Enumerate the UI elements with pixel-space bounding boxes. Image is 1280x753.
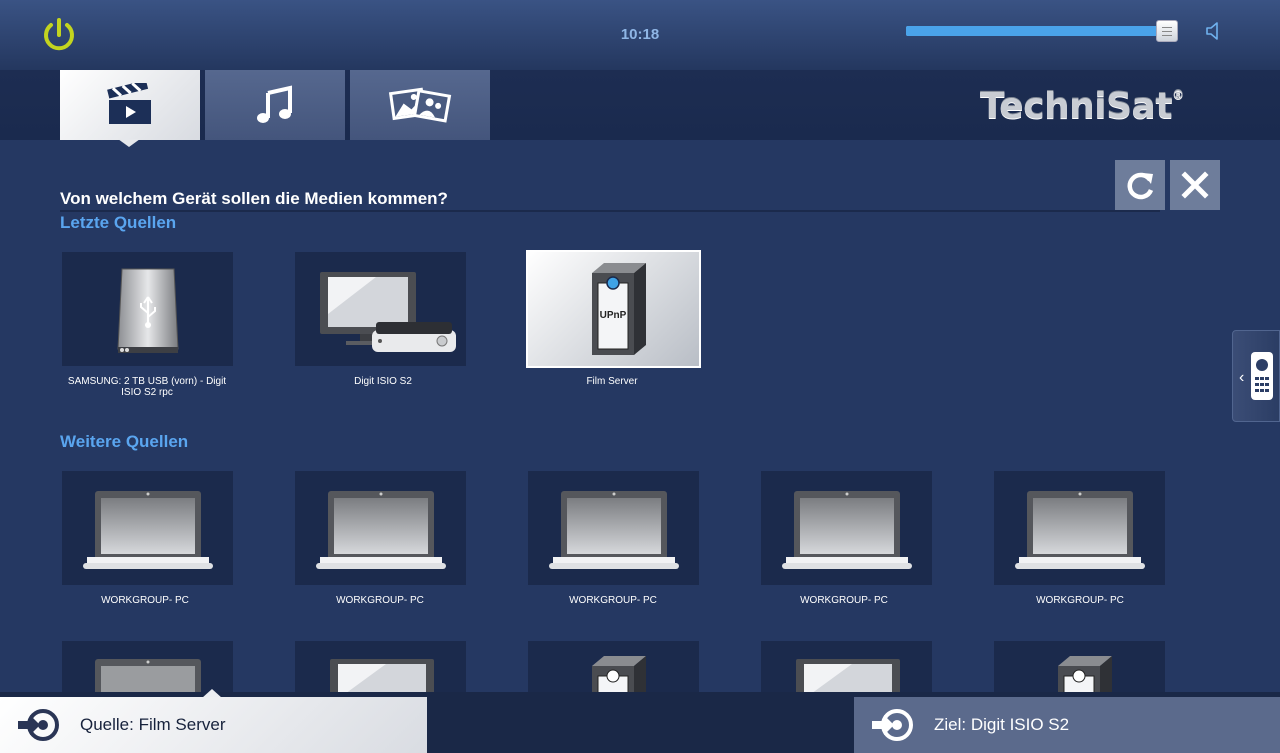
output-target-icon — [872, 709, 913, 741]
source-tile[interactable] — [62, 471, 233, 585]
source-tile[interactable] — [295, 641, 466, 692]
source-tile[interactable] — [528, 641, 699, 692]
close-button[interactable] — [1170, 160, 1220, 210]
divider — [60, 210, 1160, 212]
upnp-server-icon: UPnP — [591, 263, 646, 355]
target-selector[interactable]: Ziel: Digit ISIO S2 — [854, 697, 1280, 753]
source-label: WORKGROUP- PC — [101, 595, 189, 606]
technisat-logo: TechniSat® — [980, 86, 1184, 127]
refresh-icon — [1127, 172, 1154, 200]
monitor-icon — [329, 659, 434, 692]
recent-sources-heading: Letzte Quellen — [60, 213, 177, 232]
page-title: Von welchem Gerät sollen die Medien komm… — [60, 189, 448, 208]
tv-receiver-icon — [319, 272, 456, 352]
svg-text:UPnP: UPnP — [599, 310, 626, 321]
speaker-icon — [1206, 22, 1218, 40]
source-label: WORKGROUP- PC — [1036, 595, 1124, 606]
volume-handle[interactable] — [1156, 20, 1179, 42]
target-label-text: Ziel: Digit ISIO S2 — [934, 715, 1070, 734]
source-label: WORKGROUP- PC — [569, 595, 657, 606]
source-label: SAMSUNG: 2 TB USB (vorn) - Digit ISIO S2… — [67, 376, 227, 398]
refresh-button[interactable] — [1115, 160, 1165, 210]
source-tile[interactable] — [994, 641, 1165, 692]
source-tile[interactable] — [994, 471, 1165, 585]
source-tile[interactable] — [761, 641, 932, 692]
tab-music[interactable] — [205, 70, 345, 140]
source-tile[interactable] — [528, 471, 699, 585]
usb-drive-icon — [116, 268, 179, 353]
source-tile-selected[interactable]: UPnP — [526, 250, 701, 368]
music-note-icon — [257, 85, 292, 123]
laptop-icon — [1014, 491, 1145, 569]
server-icon — [591, 656, 646, 692]
source-label: WORKGROUP- PC — [336, 595, 424, 606]
source-tile[interactable] — [295, 471, 466, 585]
input-source-icon — [18, 709, 59, 741]
monitor-icon — [795, 659, 900, 692]
mute-button[interactable] — [1203, 19, 1227, 43]
source-tile[interactable] — [295, 252, 466, 366]
volume-fill — [906, 26, 1168, 36]
source-selector[interactable]: Quelle: Film Server — [0, 697, 427, 753]
volume-slider[interactable] — [906, 20, 1179, 42]
laptop-icon — [82, 491, 213, 569]
close-icon — [1181, 171, 1209, 199]
laptop-icon — [548, 491, 679, 569]
tab-video[interactable] — [60, 70, 200, 140]
source-tile[interactable] — [62, 252, 233, 366]
clapperboard-icon — [107, 83, 151, 124]
source-label-text: Quelle: Film Server — [80, 715, 226, 734]
active-tab-indicator — [118, 139, 140, 147]
server-icon — [1057, 656, 1112, 692]
power-button[interactable] — [40, 16, 78, 54]
source-tile[interactable] — [761, 471, 932, 585]
laptop-icon — [315, 491, 446, 569]
source-label: WORKGROUP- PC — [800, 595, 888, 606]
source-label: Film Server — [586, 376, 638, 387]
laptop-icon — [781, 491, 912, 569]
power-icon — [44, 18, 74, 51]
laptop-icon — [94, 659, 201, 692]
photos-icon — [388, 87, 452, 123]
source-label: Digit ISIO S2 — [354, 376, 412, 387]
chevron-left-icon: ‹ — [1239, 369, 1245, 386]
tab-photos[interactable] — [350, 70, 490, 140]
remote-control-tab[interactable]: ‹ — [1232, 330, 1280, 422]
remote-control-icon — [1251, 352, 1273, 400]
source-tile[interactable] — [62, 641, 233, 692]
more-sources-heading: Weitere Quellen — [60, 432, 189, 451]
clock: 10:18 — [620, 26, 660, 43]
